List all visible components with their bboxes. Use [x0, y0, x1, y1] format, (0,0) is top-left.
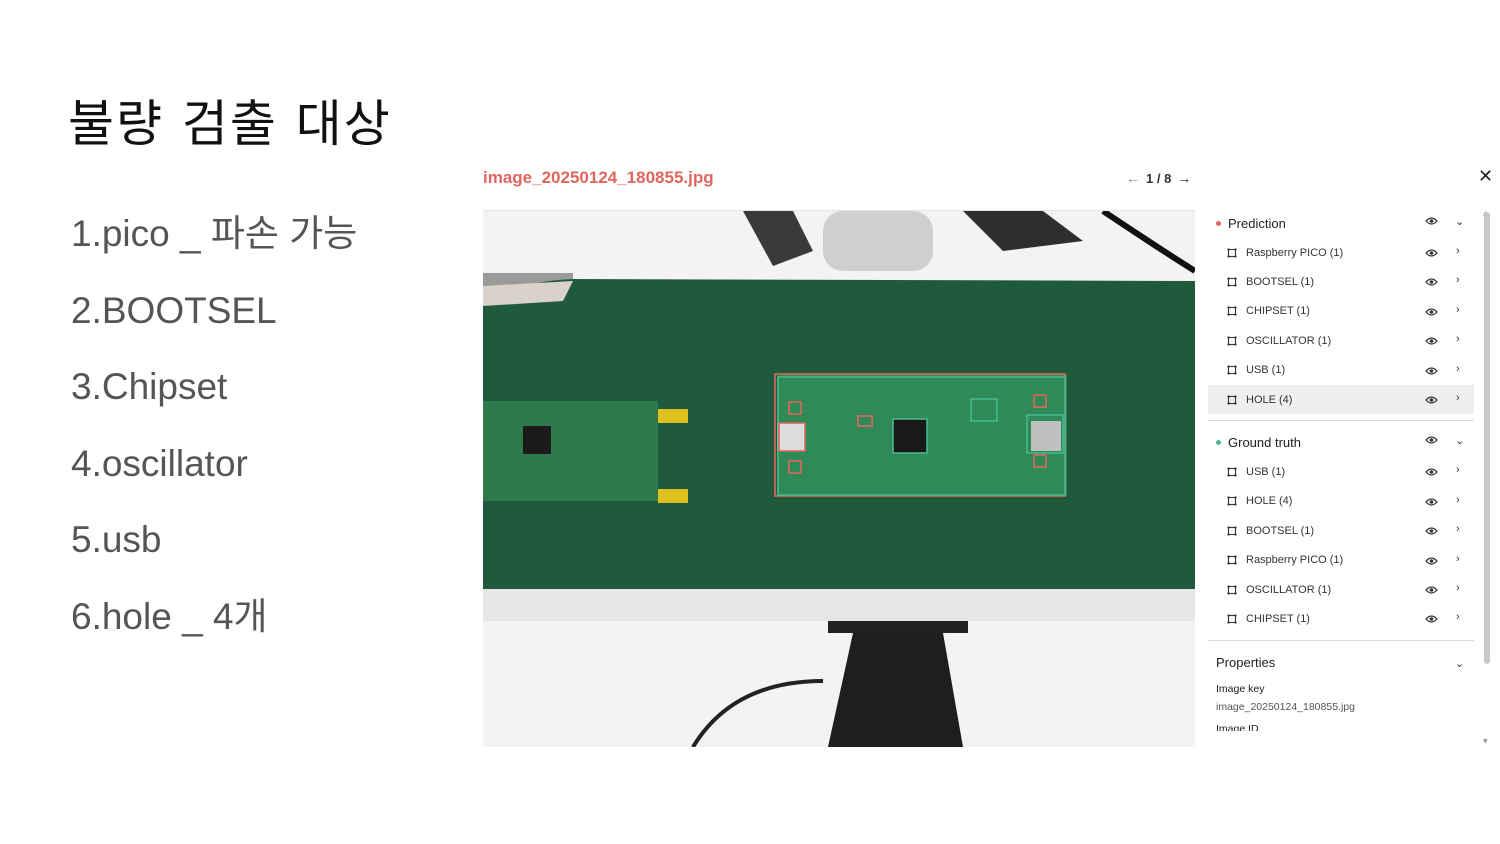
prediction-label: Prediction	[1228, 215, 1286, 231]
scroll-down-icon[interactable]: ▼	[1483, 738, 1488, 745]
label-class-item[interactable]: HOLE (4) ›	[1208, 487, 1474, 516]
image-id-label: Image ID	[1216, 722, 1259, 731]
label-class-item[interactable]: BOOTSEL (1) ›	[1208, 516, 1474, 545]
bullet-item: 3.Chipset	[71, 366, 228, 408]
properties-label: Properties	[1216, 655, 1276, 671]
bounding-box-icon	[1227, 248, 1237, 258]
label-class-item[interactable]: USB (1) ›	[1208, 457, 1474, 486]
chevron-right-icon[interactable]: ›	[1456, 494, 1460, 506]
bounding-box-icon	[1227, 526, 1237, 536]
label-class-name: OSCILLATOR (1)	[1246, 583, 1332, 596]
label-class-item[interactable]: Raspberry PICO (1) ›	[1208, 546, 1474, 575]
divider	[1208, 639, 1474, 641]
bullet-item: 6.hole _ 4개	[71, 595, 268, 637]
label-class-name: HOLE (4)	[1246, 393, 1293, 406]
chevron-right-icon[interactable]: ›	[1456, 245, 1460, 257]
chevron-right-icon[interactable]: ›	[1456, 274, 1460, 286]
page-counter: 1 / 8	[1146, 170, 1172, 186]
chevron-right-icon[interactable]: ›	[1456, 582, 1460, 594]
bullet-item: 1.pico _ 파손 가능	[71, 213, 358, 254]
label-class-name: Raspberry PICO (1)	[1246, 246, 1344, 259]
pager: ← 1 / 8 →	[1126, 170, 1191, 186]
bullet-item: 4.oscillator	[71, 442, 248, 484]
scrollbar[interactable]	[1484, 212, 1490, 664]
eye-icon[interactable]	[1425, 336, 1438, 346]
image-key-value: image_20250124_180855.jpg	[1216, 700, 1355, 713]
eye-icon[interactable]	[1425, 277, 1438, 287]
file-name: image_20250124_180855.jpg	[483, 168, 714, 187]
divider	[1208, 420, 1474, 422]
label-class-name: BOOTSEL (1)	[1246, 524, 1315, 537]
eye-icon[interactable]	[1425, 497, 1438, 507]
eye-icon[interactable]	[1425, 366, 1438, 376]
bounding-box-icon	[1227, 277, 1237, 287]
prediction-dot	[1216, 220, 1221, 226]
label-class-item[interactable]: OSCILLATOR (1) ›	[1208, 575, 1474, 604]
chevron-right-icon[interactable]: ›	[1456, 304, 1460, 316]
ground-truth-label: Ground truth	[1228, 434, 1301, 450]
eye-icon[interactable]	[1425, 248, 1438, 258]
chevron-right-icon[interactable]: ›	[1456, 464, 1460, 476]
label-class-name: CHIPSET (1)	[1246, 612, 1310, 625]
label-class-item[interactable]: OSCILLATOR (1) ›	[1208, 326, 1474, 355]
bounding-box-icon	[1227, 336, 1237, 346]
chevron-right-icon[interactable]: ›	[1456, 363, 1460, 375]
label-class-item[interactable]: Raspberry PICO (1) ›	[1208, 238, 1474, 267]
arrow-right-icon[interactable]: →	[1177, 170, 1191, 186]
eye-icon[interactable]	[1425, 395, 1438, 405]
bounding-box-icon	[1227, 585, 1237, 595]
chevron-down-icon[interactable]: ⌄	[1455, 434, 1464, 447]
eye-icon[interactable]	[1425, 556, 1438, 566]
bounding-box-icon	[1227, 306, 1237, 316]
label-class-item[interactable]: HOLE (4) ›	[1208, 384, 1474, 415]
annotated-photo	[483, 210, 1195, 747]
eye-icon[interactable]	[1425, 526, 1438, 536]
chevron-right-icon[interactable]: ›	[1456, 523, 1460, 535]
label-class-item[interactable]: USB (1) ›	[1208, 356, 1474, 385]
bullet-list: 1.pico _ 파손 가능 2.BOOTSEL 3.Chipset 4.osc…	[71, 210, 357, 670]
eye-icon[interactable]	[1425, 467, 1438, 477]
eye-icon[interactable]	[1425, 585, 1438, 595]
prediction-section-header[interactable]: Prediction ⌄	[1208, 208, 1474, 238]
label-class-name: OSCILLATOR (1)	[1246, 334, 1332, 347]
eye-icon[interactable]	[1425, 614, 1438, 624]
properties-section-header[interactable]: Properties ⌄	[1208, 647, 1474, 679]
label-class-name: USB (1)	[1246, 466, 1286, 479]
chevron-right-icon[interactable]: ›	[1456, 333, 1460, 345]
label-class-name: HOLE (4)	[1246, 495, 1293, 508]
bullet-item: 5.usb	[71, 519, 162, 561]
chevron-right-icon[interactable]: ›	[1456, 611, 1460, 623]
image-key-label: Image key	[1216, 682, 1265, 695]
close-icon[interactable]: ✕	[1478, 166, 1493, 187]
chevron-right-icon[interactable]: ›	[1456, 553, 1460, 565]
arrow-left-icon[interactable]: ←	[1126, 170, 1140, 186]
bounding-box-icon	[1227, 614, 1237, 624]
chevron-down-icon[interactable]: ⌄	[1455, 657, 1464, 670]
slide-title: 불량 검출 대상	[68, 95, 392, 153]
eye-icon[interactable]	[1425, 435, 1438, 445]
chevron-down-icon[interactable]: ⌄	[1455, 215, 1464, 228]
label-class-name: USB (1)	[1246, 364, 1286, 377]
label-class-item[interactable]: CHIPSET (1) ›	[1208, 604, 1474, 633]
bounding-box-icon	[1227, 467, 1237, 477]
bounding-box-icon	[1227, 365, 1237, 375]
label-class-name: CHIPSET (1)	[1246, 305, 1310, 318]
ground-truth-dot	[1216, 439, 1221, 445]
chevron-right-icon[interactable]: ›	[1456, 392, 1460, 404]
label-class-item[interactable]: CHIPSET (1) ›	[1208, 297, 1474, 326]
bounding-box-icon	[1227, 395, 1237, 405]
eye-icon[interactable]	[1425, 216, 1438, 226]
label-class-name: BOOTSEL (1)	[1246, 276, 1315, 289]
bounding-box-icon	[1227, 555, 1237, 565]
label-class-name: Raspberry PICO (1)	[1246, 554, 1344, 567]
label-class-item[interactable]: BOOTSEL (1) ›	[1208, 267, 1474, 296]
eye-icon[interactable]	[1425, 307, 1438, 317]
annotation-panel: Prediction ⌄ Raspberry PICO (1) › BOOTSEL …	[1208, 208, 1474, 752]
image-viewer: image_20250124_180855.jpg ← 1 / 8 → ✕ Pr…	[483, 160, 1495, 752]
bullet-item: 2.BOOTSEL	[71, 289, 277, 331]
bounding-box-icon	[1227, 496, 1237, 506]
ground-truth-section-header[interactable]: Ground truth ⌄	[1208, 427, 1474, 457]
